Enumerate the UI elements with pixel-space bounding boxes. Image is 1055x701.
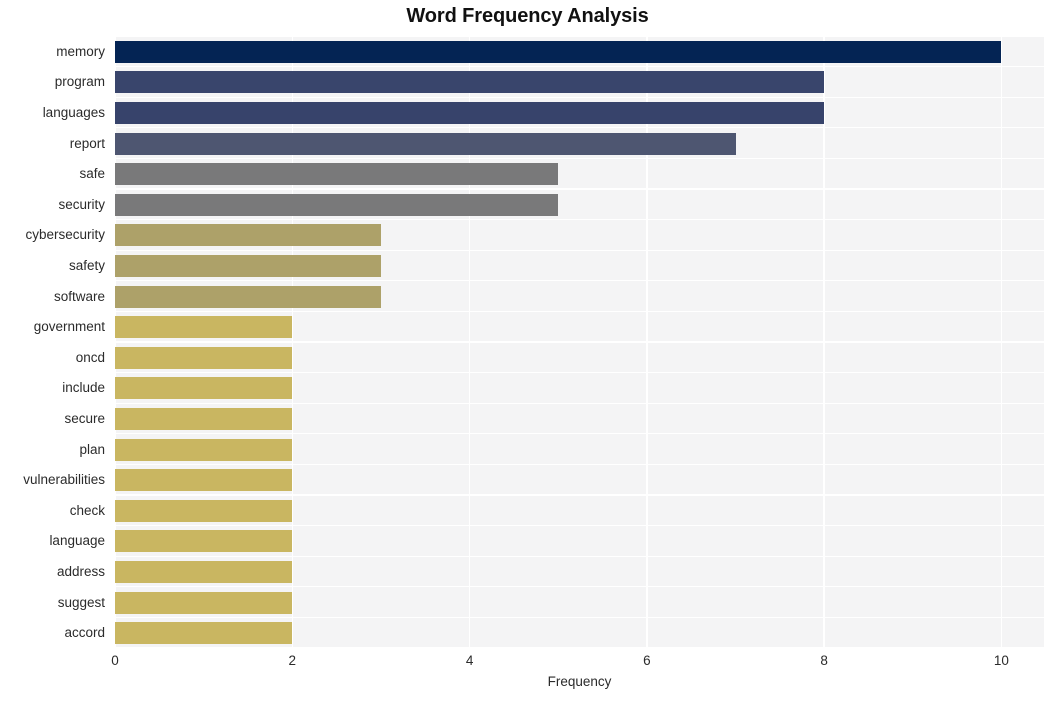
grid-line-horizontal [115, 96, 1044, 98]
y-axis-tick-label: oncd [75, 349, 105, 365]
bar [115, 224, 381, 247]
grid-line-vertical [646, 36, 648, 648]
bar [115, 132, 736, 155]
grid-line-vertical [823, 36, 825, 648]
x-axis-tick-label: 8 [820, 653, 828, 668]
y-axis-tick-label: program [54, 74, 105, 90]
bar [115, 499, 293, 522]
bar [115, 40, 1002, 63]
y-axis-tick-label: report [69, 135, 105, 151]
grid-line-horizontal [115, 402, 1044, 404]
y-axis-tick-label: address [56, 564, 105, 579]
y-axis-tick-label: vulnerabilities [23, 472, 105, 488]
y-axis-tick-label: check [69, 502, 105, 518]
grid-line-horizontal [115, 494, 1044, 496]
grid-line-horizontal [115, 463, 1044, 466]
grid-line-vertical [291, 36, 293, 648]
bar [115, 71, 825, 94]
x-axis-ticks: 0 2 4 6 8 10 [111, 652, 1044, 672]
bar [115, 530, 293, 553]
grid-line-horizontal [115, 433, 1044, 435]
bar [115, 377, 293, 400]
y-axis-tick-label: software [53, 288, 105, 304]
bar [115, 316, 293, 339]
grid-line-horizontal [115, 188, 1044, 190]
grid-line-horizontal [115, 127, 1044, 129]
x-axis-tick-label: 4 [465, 653, 474, 668]
grid-line-vertical [1000, 36, 1003, 648]
y-axis-tick-label: secure [64, 411, 105, 426]
grid-line-horizontal [115, 36, 1044, 37]
y-axis-tick-label: suggest [57, 594, 105, 610]
y-axis-tick-label: cybersecurity [25, 227, 105, 243]
y-axis-tick-label: include [62, 380, 105, 396]
grid-line-vertical [115, 36, 116, 648]
grid-line-horizontal [115, 524, 1044, 527]
bar [115, 469, 293, 492]
grid-line-horizontal [115, 310, 1044, 313]
x-axis-title: Frequency [547, 674, 612, 689]
x-axis-tick-label: 0 [111, 653, 119, 668]
bar [115, 255, 381, 277]
grid-line-horizontal [115, 586, 1044, 588]
grid-line-horizontal [115, 341, 1044, 343]
y-axis-tick-label: safety [68, 258, 105, 273]
grid-line-horizontal [115, 616, 1044, 619]
grid-line-horizontal [115, 371, 1044, 374]
y-axis-tick-label: government [33, 319, 105, 335]
y-axis-tick-label: language [49, 533, 105, 549]
plot-area [115, 36, 1044, 648]
bar [115, 102, 825, 124]
bar [115, 622, 293, 645]
bar [115, 285, 381, 308]
grid-line-horizontal [115, 65, 1044, 68]
bar [115, 438, 293, 461]
grid-line-horizontal [115, 647, 1044, 648]
grid-line-horizontal [115, 218, 1044, 221]
x-axis-tick-label: 6 [643, 653, 651, 668]
x-axis-tick-label: 10 [993, 653, 1009, 668]
bar [115, 408, 293, 430]
bar [115, 346, 293, 369]
y-axis-tick-label: plan [79, 441, 105, 457]
chart-figure: Word Frequency Analysis memory program lan… [0, 0, 1055, 701]
grid-line-horizontal [115, 280, 1044, 282]
y-axis-tick-label: accord [64, 625, 105, 641]
grid-line-horizontal [115, 157, 1044, 160]
grid-line-vertical [468, 36, 471, 648]
x-axis-tick-label: 2 [288, 653, 297, 668]
y-axis-tick-label: languages [42, 105, 105, 120]
bar [115, 163, 559, 186]
bar [115, 561, 293, 583]
bar [115, 193, 559, 216]
y-axis-tick-label: safe [79, 166, 105, 182]
y-axis-tick-label: security [58, 196, 105, 212]
y-axis-labels: memory program languages report safe security… [0, 36, 110, 648]
grid-line-horizontal [115, 249, 1044, 251]
chart-title: Word Frequency Analysis [406, 5, 649, 27]
y-axis-tick-label: memory [56, 43, 105, 59]
grid-line-horizontal [115, 555, 1044, 557]
bar [115, 591, 293, 614]
